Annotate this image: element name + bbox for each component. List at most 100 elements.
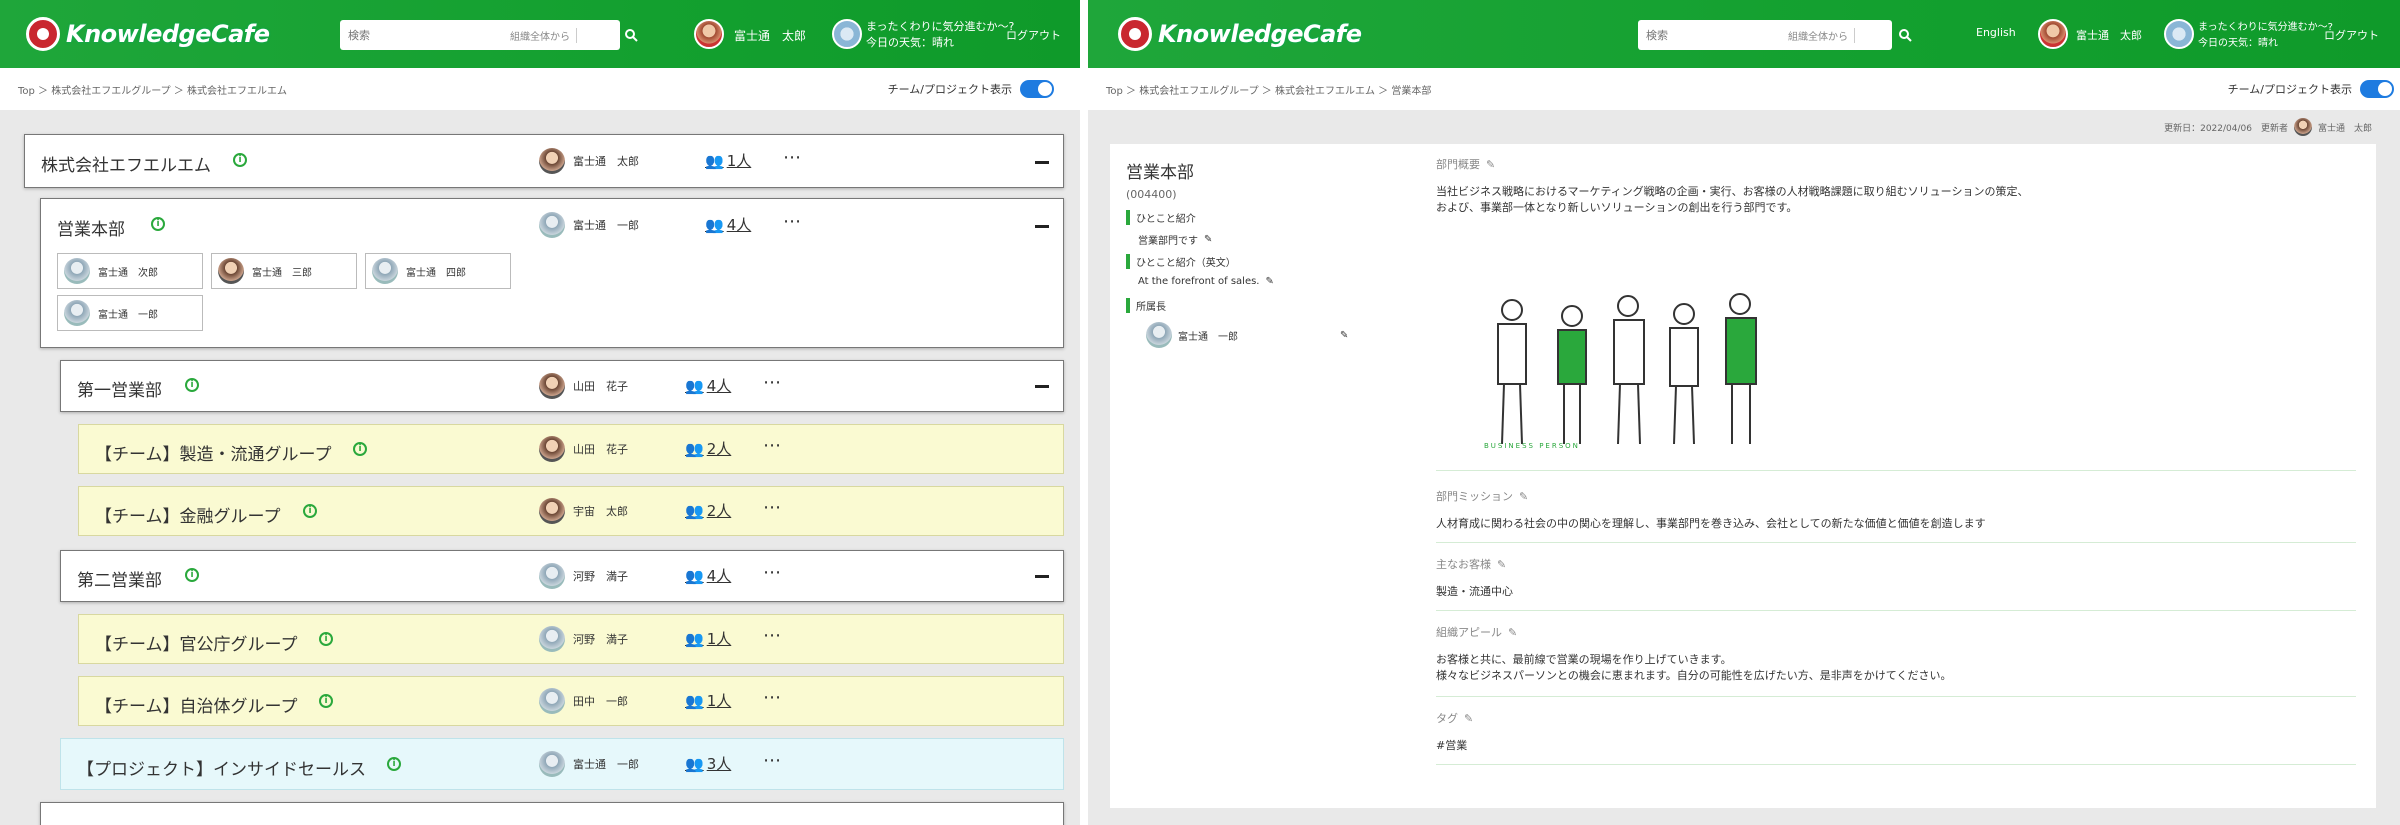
org-name[interactable]: 【チーム】金融グループ [95,502,280,527]
toggle-switch[interactable] [1020,80,1054,98]
org-manager[interactable]: 山田 花子 [539,436,628,462]
edit-icon[interactable]: ✎ [1519,490,1528,503]
user-avatar[interactable] [2038,19,2068,49]
org-node-dept[interactable]: 第二営業部 i 河野 満子 👥 4人 ⋯ [60,550,1064,602]
member-count[interactable]: 👥 4人 [705,214,751,235]
member-name: 富士通 一郎 [98,309,158,321]
member-count[interactable]: 👥 1人 [685,690,731,711]
search-scope[interactable]: 組織全体から [510,27,577,43]
member-count[interactable]: 👥 1人 [705,150,751,171]
member-card[interactable]: 富士通 一郎 [57,295,203,331]
edit-icon[interactable]: ✎ [1486,158,1495,171]
logo[interactable]: KnowledgeCafe [26,14,270,54]
org-name[interactable]: 【プロジェクト】インサイドセールス [77,755,366,780]
more-icon[interactable]: ⋯ [763,372,782,393]
member-count[interactable]: 👥 2人 [685,438,731,459]
user-name[interactable]: 富士通 太郎 [2076,27,2142,43]
edit-icon[interactable]: ✎ [1265,276,1273,287]
edit-icon[interactable]: ✎ [1497,558,1506,571]
tag-link[interactable]: #営業 [1436,738,1467,753]
org-name[interactable]: 営業本部 [57,215,125,240]
collapse-icon[interactable] [1035,225,1049,228]
member-count[interactable]: 👥 2人 [685,500,731,521]
more-icon[interactable]: ⋯ [763,625,782,646]
more-icon[interactable]: ⋯ [763,497,782,518]
info-icon[interactable]: i [319,632,333,646]
org-node-next[interactable] [40,802,1064,825]
breadcrumb[interactable]: Top ＞ 株式会社エフエルグループ ＞ 株式会社エフエルエム [18,82,287,97]
people-icon: 👥 [705,151,724,170]
org-name[interactable]: 第二営業部 [77,566,162,591]
org-manager[interactable]: 田中 一郎 [539,688,628,714]
logo[interactable]: KnowledgeCafe [1118,14,1362,54]
more-icon[interactable]: ⋯ [763,687,782,708]
info-icon[interactable]: i [233,153,247,167]
org-node-team[interactable]: 【チーム】製造・流通グループ i 山田 花子 👥 2人 ⋯ [78,424,1064,474]
collapse-icon[interactable] [1035,575,1049,578]
info-icon[interactable]: i [353,442,367,456]
org-manager[interactable]: 富士通 太郎 [539,148,639,174]
member-count[interactable]: 👥 4人 [685,375,731,396]
info-icon[interactable]: i [303,504,317,518]
logout-link[interactable]: ログアウト [1006,27,1061,43]
user-avatar[interactable] [694,19,724,49]
org-node-project[interactable]: 【プロジェクト】インサイドセールス i 富士通 一郎 👥 3人 ⋯ [60,738,1064,790]
org-manager[interactable]: 富士通 一郎 [539,212,639,238]
org-name[interactable]: 株式会社エフエルエム [41,151,211,176]
toggle-switch[interactable] [2360,80,2394,98]
more-icon[interactable]: ⋯ [783,147,802,168]
manager-name: 富士通 一郎 [573,758,639,771]
edit-icon[interactable]: ✎ [1204,234,1212,245]
mood-icon[interactable] [832,19,862,49]
edit-icon[interactable]: ✎ [1340,330,1348,341]
collapse-icon[interactable] [1035,161,1049,164]
team-toggle[interactable]: チーム/プロジェクト表示 [888,80,1054,98]
info-icon[interactable]: i [151,217,165,231]
member-card[interactable]: 富士通 三郎 [211,253,357,289]
member-count[interactable]: 👥 4人 [685,565,731,586]
info-icon[interactable]: i [185,378,199,392]
more-icon[interactable]: ⋯ [763,750,782,771]
search-icon[interactable] [1894,24,1916,46]
updater-name[interactable]: 富士通 太郎 [2318,121,2372,134]
search-scope[interactable]: 組織全体から [1788,27,1855,43]
more-icon[interactable]: ⋯ [763,435,782,456]
info-icon[interactable]: i [185,568,199,582]
search-input[interactable] [340,21,510,49]
org-manager[interactable]: 宇宙 太郎 [539,498,628,524]
org-node-team[interactable]: 【チーム】官公庁グループ i 河野 満子 👥 1人 ⋯ [78,614,1064,664]
collapse-icon[interactable] [1035,385,1049,388]
edit-icon[interactable]: ✎ [1508,626,1517,639]
member-card[interactable]: 富士通 次郎 [57,253,203,289]
search-input[interactable] [1638,21,1788,49]
edit-icon[interactable]: ✎ [1464,712,1473,725]
logout-link[interactable]: ログアウト [2324,27,2379,43]
org-name[interactable]: 第一営業部 [77,376,162,401]
member-count[interactable]: 👥 3人 [685,753,731,774]
more-icon[interactable]: ⋯ [763,562,782,583]
org-manager[interactable]: 河野 満子 [539,563,628,589]
org-node-division[interactable]: 営業本部 i 富士通 一郎 👥 4人 ⋯ 富士通 次郎 富士通 三郎 富士通 四郎… [40,198,1064,348]
org-name[interactable]: 【チーム】官公庁グループ [95,630,297,655]
info-icon[interactable]: i [319,694,333,708]
mood-icon[interactable] [2164,19,2194,49]
member-count[interactable]: 👥 1人 [685,628,731,649]
org-node-team[interactable]: 【チーム】自治体グループ i 田中 一郎 👥 1人 ⋯ [78,676,1064,726]
org-name[interactable]: 【チーム】自治体グループ [95,692,297,717]
member-card[interactable]: 富士通 四郎 [365,253,511,289]
team-toggle[interactable]: チーム/プロジェクト表示 [2228,80,2394,98]
org-node-team[interactable]: 【チーム】金融グループ i 宇宙 太郎 👥 2人 ⋯ [78,486,1064,536]
breadcrumb[interactable]: Top ＞ 株式会社エフエルグループ ＞ 株式会社エフエルエム ＞ 営業本部 [1106,82,1431,97]
org-node-company[interactable]: 株式会社エフエルエム i 富士通 太郎 👥 1人 ⋯ [24,134,1064,188]
language-link[interactable]: English [1976,26,2016,39]
user-name[interactable]: 富士通 太郎 [734,27,806,44]
more-icon[interactable]: ⋯ [783,211,802,232]
org-name[interactable]: 【チーム】製造・流通グループ [95,440,331,465]
org-manager[interactable]: 河野 満子 [539,626,628,652]
info-icon[interactable]: i [387,757,401,771]
search-icon[interactable] [620,24,642,46]
org-manager[interactable]: 山田 花子 [539,373,628,399]
org-node-dept[interactable]: 第一営業部 i 山田 花子 👥 4人 ⋯ [60,360,1064,412]
head-value[interactable]: 富士通 一郎 ✎ [1146,322,1348,348]
org-manager[interactable]: 富士通 一郎 [539,751,639,777]
